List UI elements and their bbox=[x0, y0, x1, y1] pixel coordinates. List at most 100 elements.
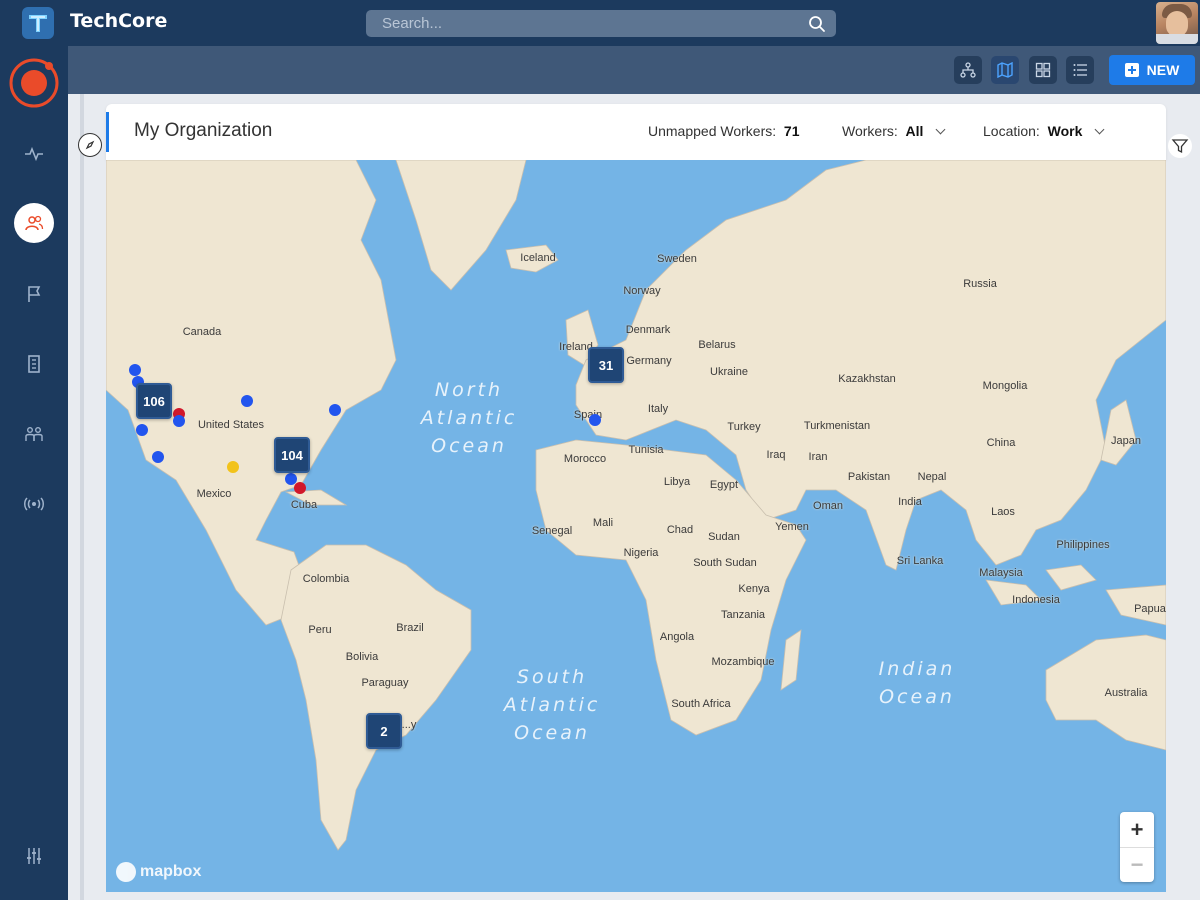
country-label: Denmark bbox=[625, 324, 671, 336]
search-bar[interactable] bbox=[366, 10, 836, 37]
broadcast-icon bbox=[24, 497, 44, 511]
country-label: Morocco bbox=[563, 453, 607, 465]
worker-marker[interactable] bbox=[241, 395, 253, 407]
team-icon bbox=[25, 427, 43, 441]
worker-marker[interactable] bbox=[129, 364, 141, 376]
plus-icon bbox=[1124, 63, 1139, 77]
grid-view-button[interactable] bbox=[1029, 56, 1057, 84]
country-label: Senegal bbox=[531, 525, 573, 537]
country-label: Yemen bbox=[775, 521, 809, 533]
brand-logo-icon[interactable] bbox=[7, 56, 61, 110]
new-button-label: NEW bbox=[1146, 62, 1180, 78]
nav-buildings[interactable] bbox=[14, 344, 54, 384]
worker-cluster[interactable]: 31 bbox=[588, 347, 624, 383]
country-label: Germany bbox=[626, 355, 672, 367]
people-icon bbox=[25, 215, 44, 231]
worker-marker[interactable] bbox=[329, 404, 341, 416]
country-label: Cuba bbox=[290, 499, 318, 511]
search-input[interactable] bbox=[382, 15, 808, 32]
country-label: Iran bbox=[808, 451, 828, 463]
country-label: Sudan bbox=[708, 531, 740, 543]
country-label: Mali bbox=[592, 517, 614, 529]
location-label: Location: bbox=[983, 123, 1040, 139]
country-label: Japan bbox=[1111, 435, 1141, 447]
country-label: Brazil bbox=[396, 622, 424, 634]
new-button[interactable]: NEW bbox=[1109, 55, 1195, 85]
country-label: Canada bbox=[182, 326, 222, 338]
map-view-button[interactable] bbox=[991, 56, 1019, 84]
nav-flags[interactable] bbox=[14, 274, 54, 314]
country-label: Angola bbox=[659, 631, 695, 643]
activity-icon bbox=[25, 146, 43, 162]
worker-marker[interactable] bbox=[294, 482, 306, 494]
list-view-button[interactable] bbox=[1066, 56, 1094, 84]
list-icon bbox=[1073, 64, 1087, 76]
nav-teams[interactable] bbox=[14, 414, 54, 454]
country-label: South Africa bbox=[671, 698, 731, 710]
top-bar: TechCore bbox=[0, 0, 1200, 46]
worker-marker[interactable] bbox=[136, 424, 148, 436]
divider bbox=[80, 94, 84, 900]
country-label: Chad bbox=[666, 524, 694, 536]
search-icon[interactable] bbox=[808, 15, 826, 33]
country-label: Libya bbox=[663, 476, 691, 488]
workers-filter[interactable]: Workers: All bbox=[842, 123, 946, 139]
country-label: Kenya bbox=[738, 583, 770, 595]
nav-people[interactable] bbox=[14, 203, 54, 243]
country-label: Mozambique bbox=[711, 656, 775, 668]
country-label: Sweden bbox=[657, 253, 697, 265]
filter-icon[interactable] bbox=[1168, 134, 1192, 158]
map-card-header: My Organization Unmapped Workers: 71 Wor… bbox=[106, 104, 1166, 160]
app-name: TechCore bbox=[70, 10, 168, 32]
ocean-label-indian: Indian Ocean bbox=[878, 658, 956, 708]
country-label: Ukraine bbox=[710, 366, 748, 378]
mapbox-attribution[interactable]: mapbox bbox=[116, 862, 201, 882]
user-avatar[interactable] bbox=[1156, 2, 1198, 44]
country-label: India bbox=[898, 496, 922, 508]
location-filter[interactable]: Location: Work bbox=[983, 123, 1105, 139]
zoom-in-button[interactable]: + bbox=[1120, 812, 1154, 847]
unmapped-count: 71 bbox=[783, 123, 800, 139]
country-label: Pakistan bbox=[847, 471, 891, 483]
country-label: Bolivia bbox=[345, 651, 379, 663]
nav-broadcast[interactable] bbox=[14, 484, 54, 524]
nav-activity[interactable] bbox=[14, 134, 54, 174]
page-title: My Organization bbox=[134, 120, 273, 141]
location-value: Work bbox=[1047, 123, 1083, 139]
zoom-out-button[interactable]: − bbox=[1120, 847, 1154, 882]
app-logo-icon[interactable] bbox=[22, 7, 54, 39]
country-label: Oman bbox=[813, 500, 843, 512]
compass-icon[interactable] bbox=[78, 133, 102, 157]
country-label: Sri Lanka bbox=[896, 555, 944, 567]
country-label: United States bbox=[197, 419, 265, 431]
country-label: Philippines bbox=[1056, 539, 1110, 551]
country-label: Norway bbox=[623, 285, 661, 297]
worker-cluster[interactable]: 106 bbox=[136, 383, 172, 419]
map-landmass bbox=[106, 160, 1166, 851]
map-icon bbox=[997, 62, 1013, 78]
worker-cluster[interactable]: 104 bbox=[274, 437, 310, 473]
world-map[interactable]: North Atlantic Ocean South Atlantic Ocean In… bbox=[106, 160, 1166, 892]
workers-label: Workers: bbox=[842, 123, 898, 139]
country-label: Kazakhstan bbox=[838, 373, 896, 385]
worker-cluster[interactable]: 2 bbox=[366, 713, 402, 749]
country-label: Iraq bbox=[766, 449, 786, 461]
country-label: Mongolia bbox=[982, 380, 1028, 392]
chevron-down-icon bbox=[1094, 124, 1105, 135]
zoom-controls: + − bbox=[1120, 812, 1154, 882]
org-chart-icon bbox=[960, 62, 976, 78]
worker-marker[interactable] bbox=[589, 414, 601, 426]
mapbox-text: mapbox bbox=[140, 863, 202, 880]
header-accent bbox=[106, 112, 109, 152]
country-label: Russia bbox=[963, 278, 997, 290]
worker-marker[interactable] bbox=[173, 415, 185, 427]
sliders-icon bbox=[27, 848, 41, 864]
nav-settings[interactable] bbox=[14, 836, 54, 876]
workers-value: All bbox=[905, 123, 924, 139]
worker-marker[interactable] bbox=[152, 451, 164, 463]
unmapped-label: Unmapped Workers: bbox=[648, 123, 777, 139]
ocean-label-south-atlantic: South Atlantic Ocean bbox=[503, 666, 601, 744]
country-label: Tanzania bbox=[720, 609, 766, 621]
worker-marker[interactable] bbox=[227, 461, 239, 473]
org-chart-view-button[interactable] bbox=[954, 56, 982, 84]
